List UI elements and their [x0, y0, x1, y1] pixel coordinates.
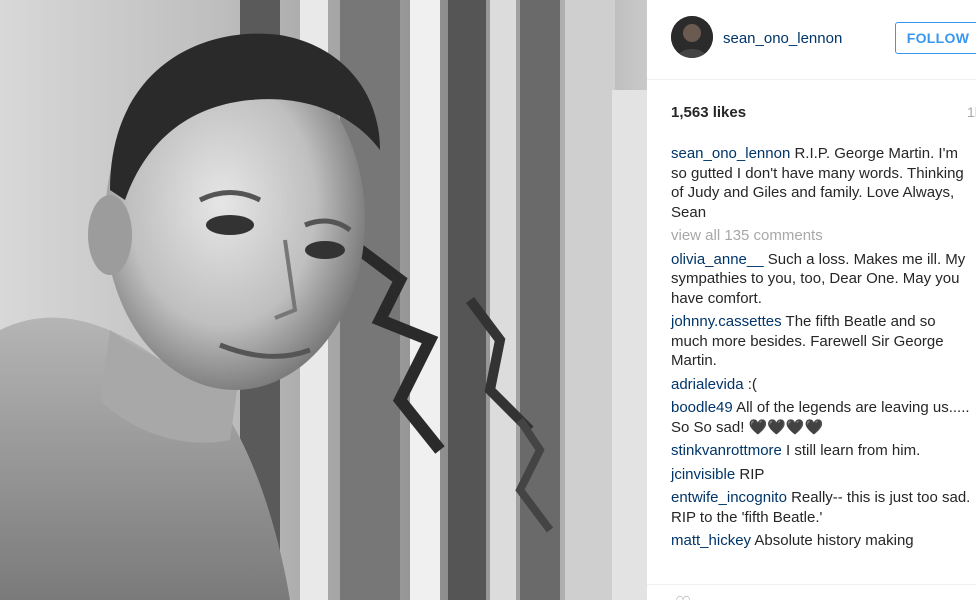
action-bar: ♡ — [647, 584, 976, 600]
avatar[interactable] — [671, 16, 713, 58]
caption: sean_ono_lennon R.I.P. George Martin. I'… — [671, 144, 971, 222]
bw-portrait-image — [0, 0, 647, 600]
comment-item: jcinvisible RIP — [671, 465, 971, 485]
instagram-post-view: sean_ono_lennon FOLLOW 1,563 likes 1h se… — [0, 0, 976, 600]
header-username[interactable]: sean_ono_lennon — [723, 30, 842, 47]
heart-icon[interactable]: ♡ — [675, 593, 691, 600]
comment-text: I still learn from him. — [786, 442, 921, 459]
comment-username[interactable]: jcinvisible — [671, 466, 735, 483]
post-photo[interactable] — [0, 0, 647, 600]
comment-username[interactable]: johnny.cassettes — [671, 313, 782, 330]
comment-text: Absolute history making — [754, 532, 914, 549]
post-header: sean_ono_lennon FOLLOW — [647, 0, 976, 80]
comment-username[interactable]: olivia_anne__ — [671, 251, 764, 268]
view-all-comments-link[interactable]: view all 135 comments — [671, 226, 971, 246]
comment-username[interactable]: boodle49 — [671, 399, 733, 416]
avatar-image — [671, 16, 713, 58]
follow-button[interactable]: FOLLOW — [895, 22, 976, 54]
comment-item: entwife_incognito Really-- this is just … — [671, 488, 971, 527]
comment-item: olivia_anne__ Such a loss. Makes me ill.… — [671, 250, 971, 309]
comment-username[interactable]: entwife_incognito — [671, 489, 787, 506]
likes-count[interactable]: 1,563 likes — [671, 104, 746, 121]
comment-username[interactable]: stinkvanrottmore — [671, 442, 782, 459]
post-sidebar: sean_ono_lennon FOLLOW 1,563 likes 1h se… — [647, 0, 976, 600]
comment-item: matt_hickey Absolute history making — [671, 531, 971, 551]
comment-username[interactable]: matt_hickey — [671, 532, 751, 549]
comment-item: stinkvanrottmore I still learn from him. — [671, 441, 971, 461]
comment-username[interactable]: adrialevida — [671, 376, 744, 393]
comment-item: adrialevida :( — [671, 375, 971, 395]
comment-text: RIP — [739, 465, 765, 483]
comment-text: :( — [747, 375, 757, 393]
caption-username[interactable]: sean_ono_lennon — [671, 145, 790, 162]
comment-item: boodle49 All of the legends are leaving … — [671, 398, 971, 437]
comment-item: johnny.cassettes The fifth Beatle and so… — [671, 312, 971, 371]
post-timestamp: 1h — [967, 104, 976, 120]
comments-list: sean_ono_lennon R.I.P. George Martin. I'… — [671, 144, 971, 555]
